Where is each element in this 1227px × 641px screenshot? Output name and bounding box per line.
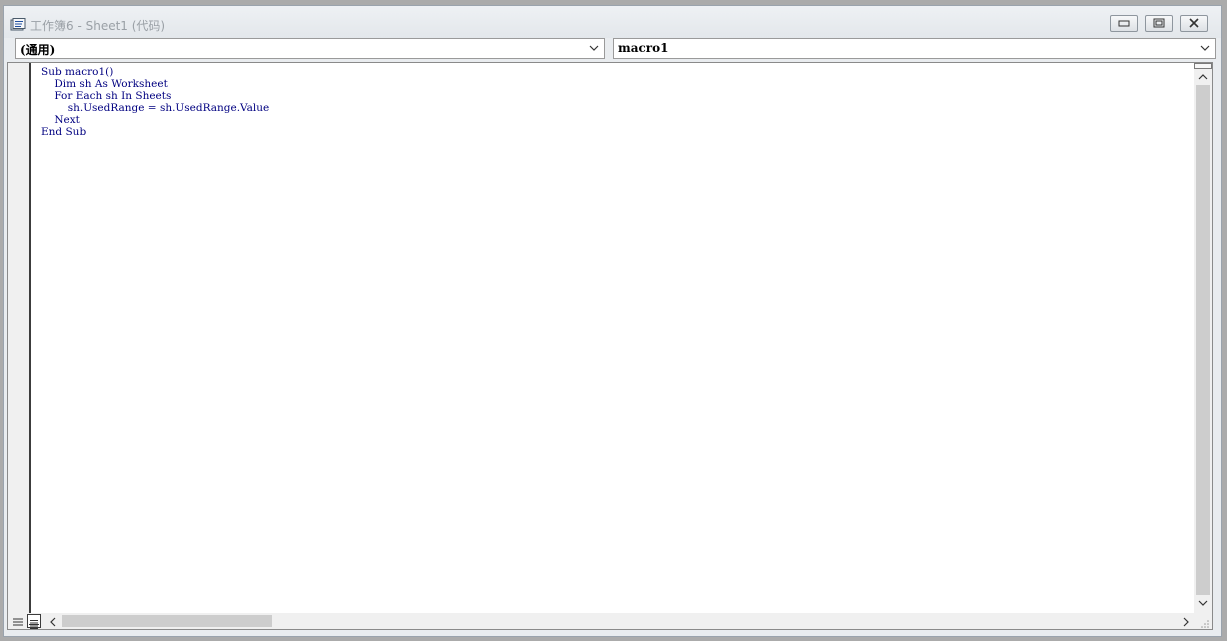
code-line[interactable]: sh.UsedRange = sh.UsedRange.Value bbox=[41, 102, 270, 114]
full-module-view-icon bbox=[29, 620, 39, 629]
procedure-combo-value: macro1 bbox=[618, 41, 669, 55]
chevron-down-icon[interactable] bbox=[1200, 45, 1210, 52]
procedure-view-icon bbox=[13, 618, 23, 626]
code-editor[interactable]: Sub macro1() Dim sh As Worksheet For Eac… bbox=[7, 62, 1213, 630]
close-button[interactable] bbox=[1180, 15, 1208, 32]
code-text-area[interactable]: Sub macro1() Dim sh As Worksheet For Eac… bbox=[41, 66, 269, 138]
minimize-button[interactable] bbox=[1110, 15, 1138, 32]
horizontal-scroll-thumb[interactable] bbox=[62, 615, 272, 627]
restore-icon bbox=[1153, 18, 1165, 28]
margin-indicator-bar[interactable] bbox=[8, 63, 31, 613]
full-module-view-button[interactable] bbox=[27, 614, 41, 629]
vertical-scrollbar[interactable] bbox=[1194, 63, 1212, 613]
object-combo[interactable]: (通用) bbox=[15, 38, 605, 59]
chevron-down-icon[interactable] bbox=[589, 45, 599, 52]
chevron-right-icon[interactable] bbox=[1183, 617, 1190, 627]
minimize-icon bbox=[1118, 20, 1130, 27]
code-line[interactable]: Dim sh As Worksheet bbox=[41, 78, 269, 90]
code-line[interactable]: Sub macro1() bbox=[41, 66, 269, 78]
code-line[interactable]: For Each sh In Sheets bbox=[41, 90, 269, 102]
editor-bottom-bar bbox=[8, 613, 1212, 629]
restore-button[interactable] bbox=[1145, 15, 1173, 32]
title-bar[interactable]: 工作簿6 - Sheet1 (代码) bbox=[4, 6, 1221, 38]
vertical-scroll-thumb[interactable] bbox=[1196, 85, 1210, 595]
vba-module-icon[interactable] bbox=[10, 17, 26, 31]
object-combo-value: (通用) bbox=[20, 43, 56, 57]
window-title: 工作簿6 - Sheet1 (代码) bbox=[30, 19, 166, 33]
chevron-left-icon[interactable] bbox=[49, 617, 56, 627]
split-bar-handle[interactable] bbox=[1194, 63, 1212, 69]
procedure-view-button[interactable] bbox=[11, 614, 25, 628]
code-line[interactable]: End Sub bbox=[41, 126, 269, 138]
procedure-combo[interactable]: macro1 bbox=[613, 38, 1216, 59]
chevron-up-icon[interactable] bbox=[1198, 73, 1208, 80]
chevron-down-icon[interactable] bbox=[1198, 600, 1208, 607]
code-window: 工作簿6 - Sheet1 (代码) (通用) macro1 Sub macro… bbox=[3, 5, 1222, 637]
size-grip-icon[interactable] bbox=[1198, 617, 1210, 629]
code-line[interactable]: Next bbox=[41, 114, 269, 126]
close-icon bbox=[1189, 18, 1199, 28]
